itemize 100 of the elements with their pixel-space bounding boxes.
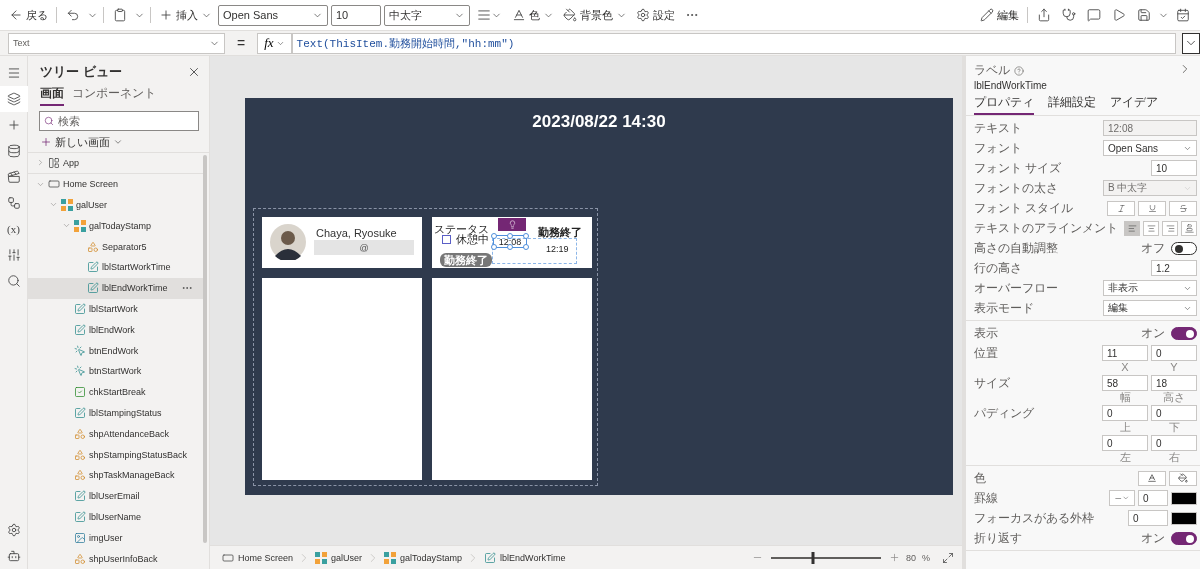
tree-item[interactable]: galUser xyxy=(28,194,203,216)
toggle-switch[interactable] xyxy=(1171,326,1197,340)
breadcrumb-item[interactable]: galTodayStamp xyxy=(380,551,467,564)
calendar-check-icon xyxy=(1176,8,1190,22)
variables-button[interactable]: (x) xyxy=(0,216,28,242)
property-field[interactable]: 0 xyxy=(1151,345,1197,361)
panel-tab[interactable]: コンポーネント xyxy=(72,85,156,106)
search-field[interactable]: 検索 xyxy=(39,111,199,131)
tree-item[interactable]: shpTaskManageBack xyxy=(28,464,203,486)
new-screen-button[interactable]: 新しい画面 xyxy=(40,134,209,150)
settings-button[interactable]: 設定 xyxy=(633,5,678,25)
gallery-icon xyxy=(61,199,73,211)
fullscreen-icon[interactable] xyxy=(942,551,954,564)
tree-item[interactable]: lblStampingStatus xyxy=(28,402,203,424)
align-button[interactable] xyxy=(1124,220,1140,236)
clipboard-icon xyxy=(113,8,127,22)
label-icon xyxy=(74,302,86,315)
font-dropdown[interactable]: Open Sans xyxy=(218,4,328,26)
panel-tab[interactable]: 画面 xyxy=(40,85,64,106)
text-color-button[interactable]: 色 xyxy=(509,5,557,25)
selected-label[interactable]: 12:08 xyxy=(493,235,527,248)
field-caption: X xyxy=(1121,361,1129,373)
property-dropdown[interactable]: 非表示 xyxy=(1103,280,1197,296)
insert-button[interactable]: 挿入 xyxy=(156,5,215,25)
checkbox[interactable] xyxy=(442,234,451,244)
close-button[interactable] xyxy=(187,65,201,79)
tree-item[interactable]: galTodayStamp xyxy=(28,215,203,237)
align-button[interactable] xyxy=(1162,220,1178,236)
property-field[interactable]: 0 xyxy=(1128,510,1168,526)
zoom-in-icon[interactable] xyxy=(888,552,900,563)
align-button[interactable] xyxy=(1181,220,1197,236)
property-field[interactable]: 11 xyxy=(1102,345,1148,361)
ideas-badge[interactable] xyxy=(498,218,526,231)
property-field[interactable]: 0 xyxy=(1102,405,1148,421)
property-field[interactable]: 0 xyxy=(1138,490,1168,506)
font-size-field[interactable]: 10 xyxy=(331,4,381,26)
property-dropdown[interactable]: 編集 xyxy=(1103,300,1197,316)
property-dropdown[interactable]: Text xyxy=(8,32,225,54)
property-label: サイズ xyxy=(974,375,1011,391)
tree-item[interactable]: btnEndWork xyxy=(28,340,203,361)
formula-field[interactable]: Text(ThisItem.勤務開始時間,"hh:mm") xyxy=(291,32,1176,54)
status-heading: ステータス xyxy=(434,223,489,235)
tree-item[interactable]: lblEndWork xyxy=(28,319,203,341)
text-color-button[interactable] xyxy=(1138,470,1166,486)
tree-view-button[interactable] xyxy=(0,86,28,112)
property-field[interactable]: 18 xyxy=(1151,375,1197,391)
user-name: Chaya, Ryosuke xyxy=(316,227,397,239)
color-swatch[interactable] xyxy=(1171,491,1197,505)
breadcrumb-item[interactable]: Home Screen xyxy=(218,551,298,564)
tree-item[interactable]: App xyxy=(28,153,203,174)
property-field[interactable]: 0 xyxy=(1102,435,1148,451)
property-label: 行の高さ xyxy=(974,260,1023,276)
checkbox-label: 休憩中 xyxy=(456,233,489,245)
edit-button[interactable]: 編集 xyxy=(977,5,1022,25)
scrollbar[interactable] xyxy=(203,155,207,543)
property-label: 高さの自動調整 xyxy=(974,240,1059,256)
tree-item[interactable]: shpStampingStatusBack xyxy=(28,444,203,465)
tree-item[interactable]: imgUser xyxy=(28,527,203,549)
property-field[interactable]: 58 xyxy=(1102,375,1148,391)
help-icon[interactable] xyxy=(1014,65,1024,76)
tree-item[interactable]: Home Screen xyxy=(28,173,203,195)
tree-item[interactable]: chkStartBreak xyxy=(28,381,203,403)
property-field[interactable]: 0 xyxy=(1151,405,1197,421)
property-field[interactable]: 0 xyxy=(1151,435,1197,451)
tree-item[interactable]: lblEndWorkTime xyxy=(28,277,203,299)
italic-button[interactable] xyxy=(1107,200,1135,216)
strikethrough-button[interactable] xyxy=(1169,200,1197,216)
expand-button[interactable] xyxy=(1182,32,1200,54)
tree-item[interactable]: lblUserName xyxy=(28,506,203,528)
fill-icon xyxy=(563,8,577,22)
toggle-switch[interactable] xyxy=(1171,531,1197,545)
property-field[interactable]: 1.2 xyxy=(1151,260,1197,276)
fill-button[interactable]: 背景色 xyxy=(560,5,630,25)
properties-tab[interactable]: アイデア xyxy=(1110,94,1158,115)
properties-tab[interactable]: プロパティ xyxy=(974,94,1034,115)
toggle-switch[interactable] xyxy=(1171,241,1197,255)
settings-icon xyxy=(636,8,650,22)
property-dropdown[interactable]: Open Sans xyxy=(1103,140,1197,156)
fx-button[interactable]: fx xyxy=(257,32,292,54)
tree-item[interactable]: lblStartWork xyxy=(28,298,203,320)
tree-item[interactable]: lblStartWorkTime xyxy=(28,257,203,278)
comment-icon xyxy=(1087,8,1101,22)
end-work-button[interactable]: 勤務終了 xyxy=(440,253,492,267)
tree-item[interactable]: btnStartWork xyxy=(28,360,203,382)
properties-tab[interactable]: 詳細設定 xyxy=(1048,94,1096,115)
breadcrumb-item[interactable]: galUser xyxy=(311,551,367,564)
breadcrumb-item[interactable]: lblEndWorkTime xyxy=(480,551,570,564)
tree-item[interactable]: Separator5 xyxy=(28,236,203,257)
back-button[interactable]: 戻る xyxy=(6,5,51,25)
fill-color-button[interactable] xyxy=(1169,470,1197,486)
font-weight-dropdown[interactable]: 中太字 xyxy=(384,4,470,26)
tree-item[interactable]: lblUserEmail xyxy=(28,485,203,507)
property-field[interactable]: 10 xyxy=(1151,160,1197,176)
underline-button[interactable] xyxy=(1138,200,1166,216)
tree-item[interactable]: shpUserInfoBack xyxy=(28,548,203,569)
border-style-dropdown[interactable] xyxy=(1109,490,1135,506)
align-button[interactable] xyxy=(1143,220,1159,236)
color-swatch[interactable] xyxy=(1171,511,1197,525)
tree-item[interactable]: shpAttendanceBack xyxy=(28,423,203,445)
lightbulb-icon xyxy=(507,220,517,229)
